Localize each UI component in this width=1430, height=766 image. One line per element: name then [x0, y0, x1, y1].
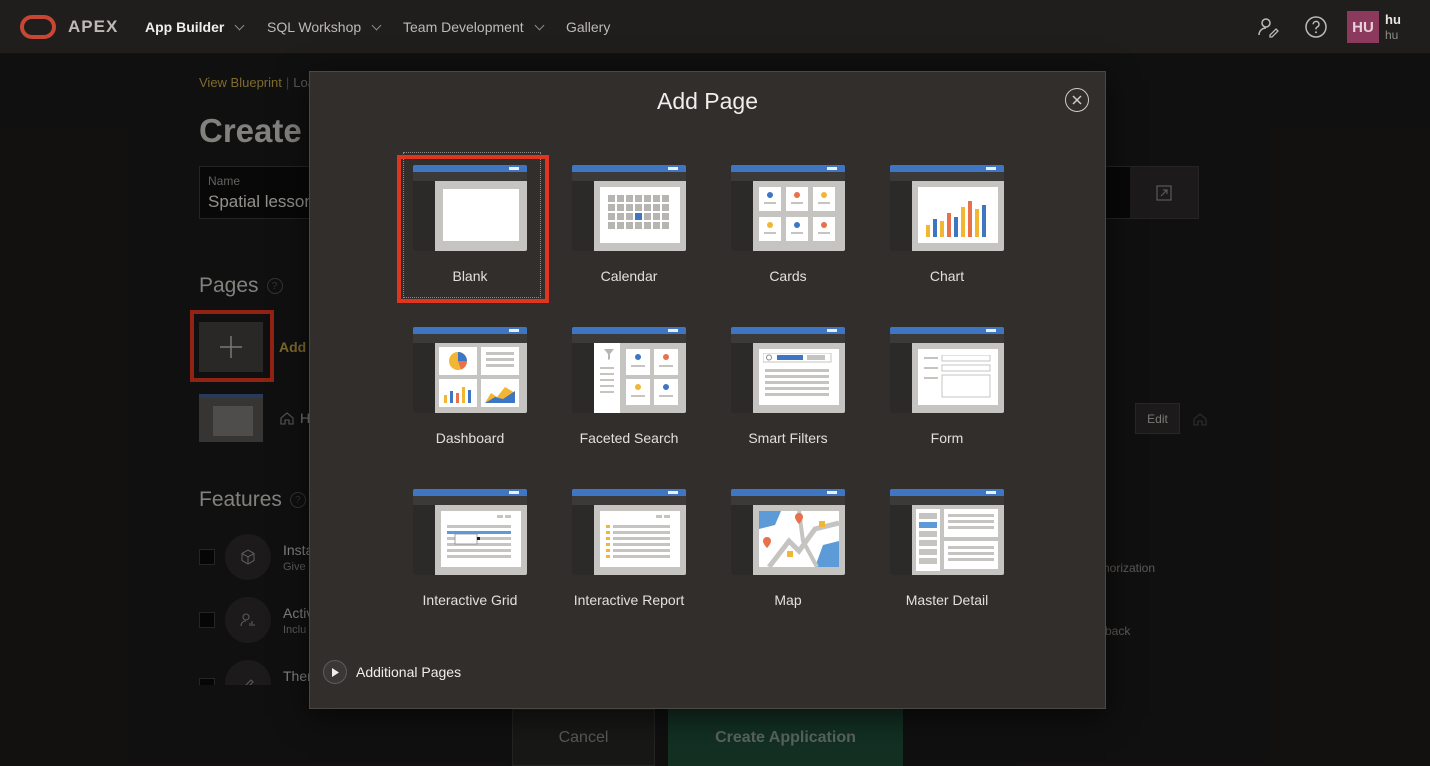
- user-settings-icon[interactable]: [1256, 15, 1280, 39]
- tile-label: Chart: [929, 268, 965, 284]
- nav-gallery-label: Gallery: [566, 19, 611, 35]
- top-navigation-bar: APEX App Builder SQL Workshop Team Devel…: [0, 0, 1430, 54]
- tile-label: Map: [774, 592, 802, 608]
- user-workspace: hu: [1385, 28, 1399, 42]
- chevron-down-icon: [534, 20, 545, 30]
- user-name[interactable]: hu: [1385, 12, 1401, 27]
- nav-team-development-label: Team Development: [403, 19, 524, 35]
- tile-interactive-report[interactable]: Interactive Report: [564, 481, 694, 621]
- tile-dashboard[interactable]: Dashboard: [405, 319, 535, 459]
- interactive-report-page-icon: [572, 489, 686, 575]
- map-page-icon: [731, 489, 845, 575]
- chevron-down-icon: [371, 20, 382, 30]
- form-page-icon: [890, 327, 1004, 413]
- additional-pages-label: Additional Pages: [356, 664, 462, 680]
- interactive-grid-page-icon: [413, 489, 527, 575]
- master-detail-page-icon: [890, 489, 1004, 575]
- help-icon[interactable]: [1304, 15, 1328, 39]
- tile-label: Calendar: [600, 268, 658, 284]
- nav-sql-workshop-label: SQL Workshop: [267, 19, 362, 35]
- oracle-logo-icon[interactable]: [20, 15, 56, 39]
- tile-label: Faceted Search: [579, 430, 679, 446]
- tile-interactive-grid[interactable]: Interactive Grid: [405, 481, 535, 621]
- close-button[interactable]: [1065, 88, 1089, 112]
- smart-filters-page-icon: [731, 327, 845, 413]
- tile-calendar[interactable]: Calendar: [564, 157, 694, 297]
- nav-sql-workshop[interactable]: SQL Workshop: [267, 19, 382, 35]
- chart-page-icon: [890, 165, 1004, 251]
- blank-tile-highlight: [397, 155, 549, 303]
- calendar-page-icon: [572, 165, 686, 251]
- close-icon: [1072, 95, 1082, 105]
- chevron-down-icon: [234, 20, 245, 30]
- expand-triangle-icon: [323, 660, 347, 684]
- cards-page-icon: [731, 165, 845, 251]
- dashboard-page-icon: [413, 327, 527, 413]
- tile-label: Form: [930, 430, 964, 446]
- nav-app-builder[interactable]: App Builder: [145, 19, 245, 35]
- tile-label: Interactive Report: [573, 592, 685, 608]
- dialog-title: Add Page: [656, 88, 759, 114]
- tile-label: Interactive Grid: [422, 592, 518, 608]
- apex-brand[interactable]: APEX: [68, 17, 118, 37]
- tile-label: Master Detail: [905, 592, 989, 608]
- tile-cards[interactable]: Cards: [723, 157, 853, 297]
- tile-form[interactable]: Form: [882, 319, 1012, 459]
- nav-app-builder-label: App Builder: [145, 19, 225, 35]
- tile-label: Dashboard: [435, 430, 505, 446]
- faceted-search-page-icon: [572, 327, 686, 413]
- nav-team-development[interactable]: Team Development: [403, 19, 545, 35]
- user-avatar[interactable]: HU: [1347, 11, 1379, 43]
- add-page-dialog: Add Page Blank Calendar Cards Chart Dash…: [309, 71, 1106, 709]
- tile-label: Cards: [769, 268, 807, 284]
- nav-gallery[interactable]: Gallery: [566, 19, 610, 35]
- tile-label: Smart Filters: [748, 430, 828, 446]
- tile-chart[interactable]: Chart: [882, 157, 1012, 297]
- tile-master-detail[interactable]: Master Detail: [882, 481, 1012, 621]
- tile-smart-filters[interactable]: Smart Filters: [723, 319, 853, 459]
- tile-map[interactable]: Map: [723, 481, 853, 621]
- tile-faceted-search[interactable]: Faceted Search: [564, 319, 694, 459]
- additional-pages-toggle[interactable]: Additional Pages: [323, 660, 461, 684]
